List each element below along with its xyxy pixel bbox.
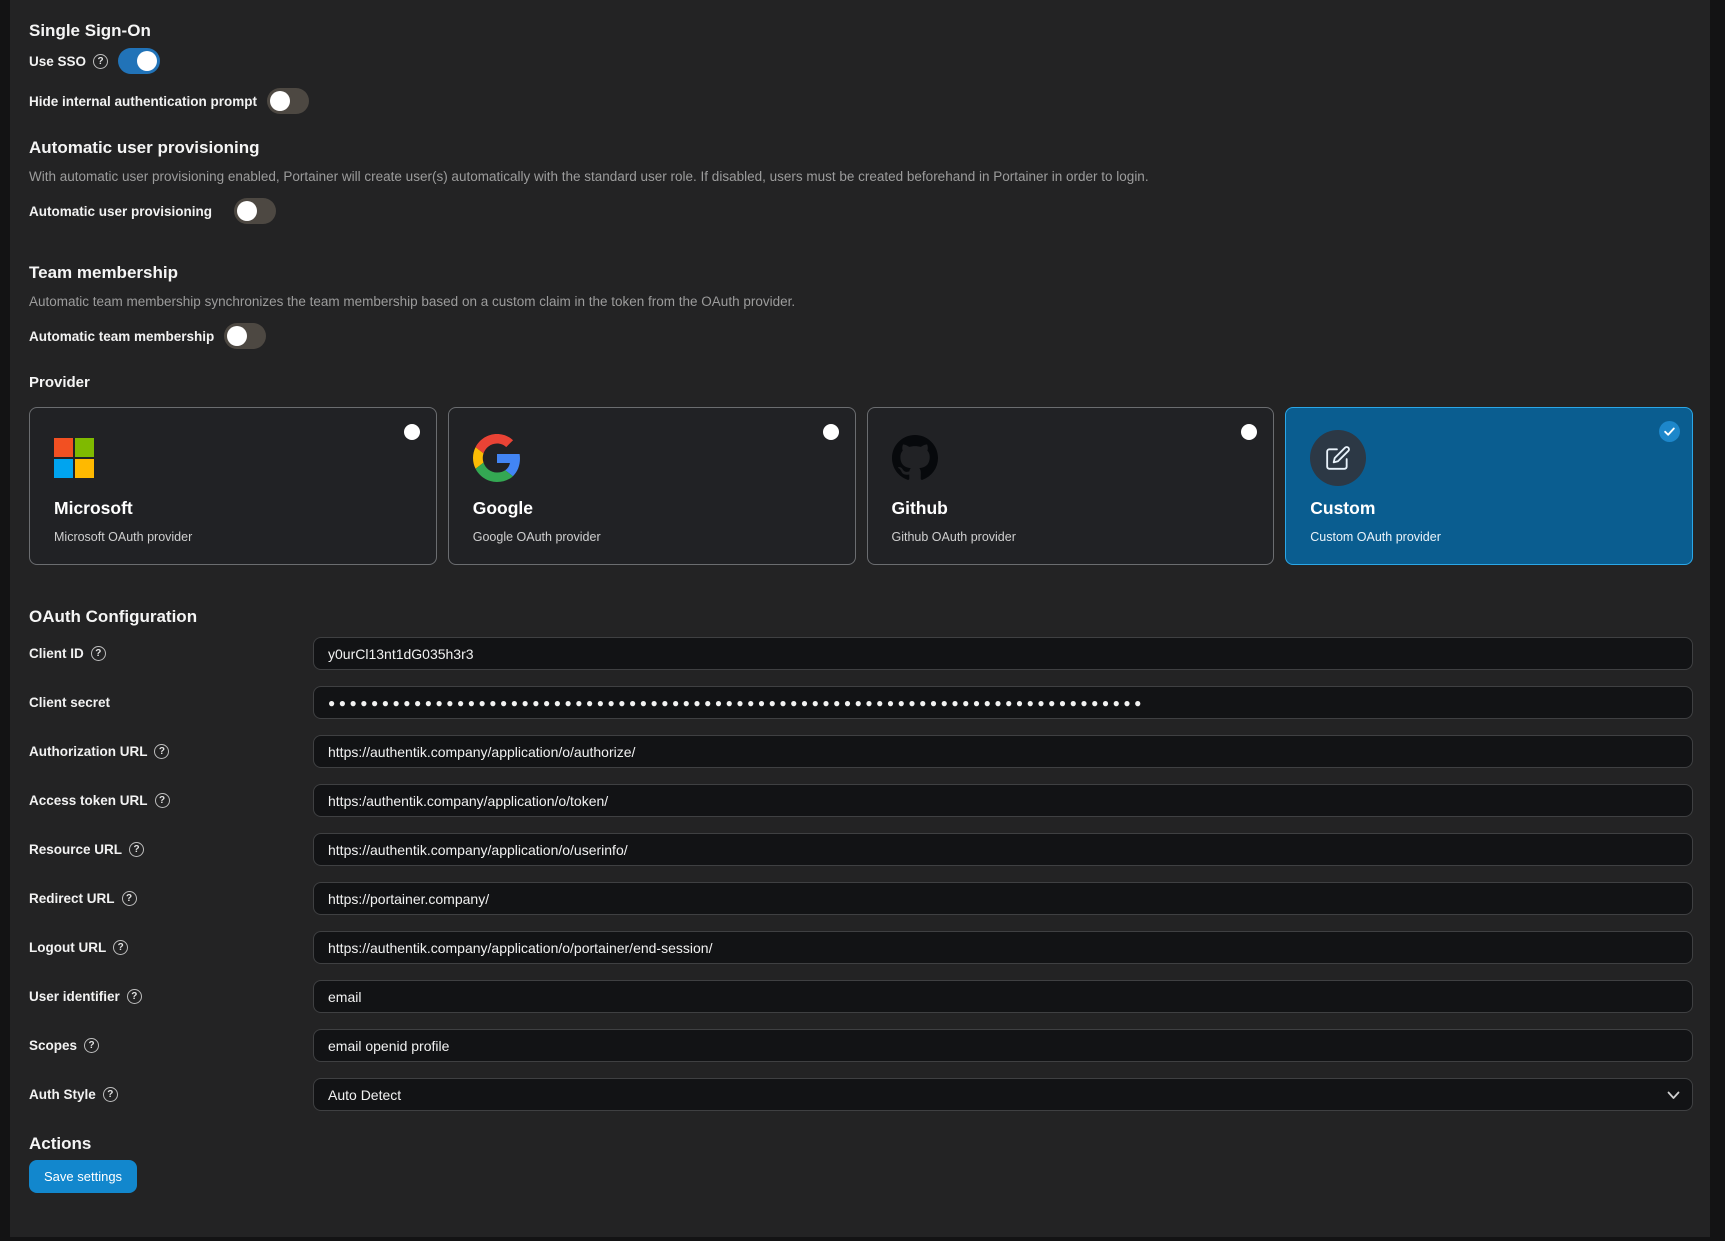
user-identifier-row: User identifier? [29, 980, 1693, 1013]
provider-card-microsoft[interactable]: Microsoft Microsoft OAuth provider [29, 407, 437, 565]
access-token-url-row: Access token URL? [29, 784, 1693, 817]
save-settings-button[interactable]: Save settings [29, 1160, 137, 1193]
automatic-team-membership-toggle[interactable] [224, 323, 266, 349]
team-membership-heading: Team membership [29, 262, 1693, 283]
client-id-label: Client ID [29, 646, 84, 661]
edit-pencil-icon [1310, 430, 1366, 486]
help-icon[interactable]: ? [113, 940, 128, 955]
provider-card-description: Microsoft OAuth provider [54, 530, 412, 544]
logout-url-input[interactable] [313, 931, 1693, 964]
team-membership-description: Automatic team membership synchronizes t… [29, 293, 1693, 310]
client-id-row: Client ID? [29, 637, 1693, 670]
toggle-knob [270, 91, 290, 111]
auth-style-label: Auth Style [29, 1087, 96, 1102]
use-sso-row: Use SSO ? [29, 48, 1693, 74]
auth-style-row: Auth Style? Auto Detect [29, 1078, 1693, 1111]
google-logo-icon [473, 434, 521, 482]
resource-url-row: Resource URL? [29, 833, 1693, 866]
hide-internal-auth-label: Hide internal authentication prompt [29, 94, 257, 109]
radio-unselected-icon[interactable] [823, 424, 839, 440]
radio-unselected-icon[interactable] [404, 424, 420, 440]
provider-card-google[interactable]: Google Google OAuth provider [448, 407, 856, 565]
hide-internal-auth-row: Hide internal authentication prompt [29, 88, 1693, 114]
auto-user-provisioning-label: Automatic user provisioning [29, 204, 212, 219]
auto-user-provisioning-description: With automatic user provisioning enabled… [29, 168, 1693, 185]
scopes-label: Scopes [29, 1038, 77, 1053]
help-icon[interactable]: ? [84, 1038, 99, 1053]
auth-style-selected-value: Auto Detect [328, 1087, 401, 1103]
resource-url-input[interactable] [313, 833, 1693, 866]
client-secret-label: Client secret [29, 695, 110, 710]
provider-card-title: Custom [1310, 498, 1668, 519]
authorization-url-input[interactable] [313, 735, 1693, 768]
logout-url-label: Logout URL [29, 940, 106, 955]
access-token-url-label: Access token URL [29, 793, 148, 808]
toggle-knob [237, 201, 257, 221]
client-id-input[interactable] [313, 637, 1693, 670]
use-sso-toggle[interactable] [118, 48, 160, 74]
provider-card-title: Microsoft [54, 498, 412, 519]
automatic-team-membership-label: Automatic team membership [29, 329, 214, 344]
help-icon[interactable]: ? [103, 1087, 118, 1102]
provider-card-description: Github OAuth provider [892, 530, 1250, 544]
provider-card-description: Custom OAuth provider [1310, 530, 1668, 544]
redirect-url-input[interactable] [313, 882, 1693, 915]
oauth-configuration-heading: OAuth Configuration [29, 606, 1693, 627]
microsoft-logo-icon [54, 438, 94, 478]
hide-internal-auth-toggle[interactable] [267, 88, 309, 114]
scopes-row: Scopes? [29, 1029, 1693, 1062]
provider-card-title: Google [473, 498, 831, 519]
oauth-form: Client ID? Client secret Authorization U… [29, 637, 1693, 1111]
help-icon[interactable]: ? [129, 842, 144, 857]
actions-heading: Actions [29, 1133, 1693, 1154]
authorization-url-label: Authorization URL [29, 744, 147, 759]
user-identifier-input[interactable] [313, 980, 1693, 1013]
help-icon[interactable]: ? [91, 646, 106, 661]
client-secret-row: Client secret [29, 686, 1693, 719]
provider-card-title: Github [892, 498, 1250, 519]
auto-user-provisioning-toggle[interactable] [234, 198, 276, 224]
github-logo-icon [892, 435, 938, 481]
access-token-url-input[interactable] [313, 784, 1693, 817]
chevron-down-icon [1667, 1087, 1680, 1103]
help-icon[interactable]: ? [127, 989, 142, 1004]
auto-user-provisioning-heading: Automatic user provisioning [29, 137, 1693, 158]
scopes-input[interactable] [313, 1029, 1693, 1062]
auto-user-provisioning-row: Automatic user provisioning [29, 198, 1693, 224]
help-icon[interactable]: ? [122, 891, 137, 906]
logout-url-row: Logout URL? [29, 931, 1693, 964]
automatic-team-membership-row: Automatic team membership [29, 323, 1693, 349]
sso-heading: Single Sign-On [29, 0, 1693, 41]
help-icon[interactable]: ? [154, 744, 169, 759]
provider-heading: Provider [29, 373, 1693, 392]
provider-card-custom[interactable]: Custom Custom OAuth provider [1285, 407, 1693, 565]
toggle-knob [137, 51, 157, 71]
auth-style-select[interactable]: Auto Detect [313, 1078, 1693, 1111]
provider-cards: Microsoft Microsoft OAuth provider Googl… [29, 407, 1693, 565]
user-identifier-label: User identifier [29, 989, 120, 1004]
authorization-url-row: Authorization URL? [29, 735, 1693, 768]
resource-url-label: Resource URL [29, 842, 122, 857]
help-icon[interactable]: ? [155, 793, 170, 808]
client-secret-input[interactable] [313, 686, 1693, 719]
redirect-url-row: Redirect URL? [29, 882, 1693, 915]
provider-card-description: Google OAuth provider [473, 530, 831, 544]
check-selected-icon [1659, 421, 1680, 442]
radio-unselected-icon[interactable] [1241, 424, 1257, 440]
settings-panel: Single Sign-On Use SSO ? Hide internal a… [10, 0, 1710, 1237]
help-icon[interactable]: ? [93, 54, 108, 69]
toggle-knob [227, 326, 247, 346]
use-sso-label: Use SSO [29, 54, 86, 69]
provider-card-github[interactable]: Github Github OAuth provider [867, 407, 1275, 565]
redirect-url-label: Redirect URL [29, 891, 115, 906]
